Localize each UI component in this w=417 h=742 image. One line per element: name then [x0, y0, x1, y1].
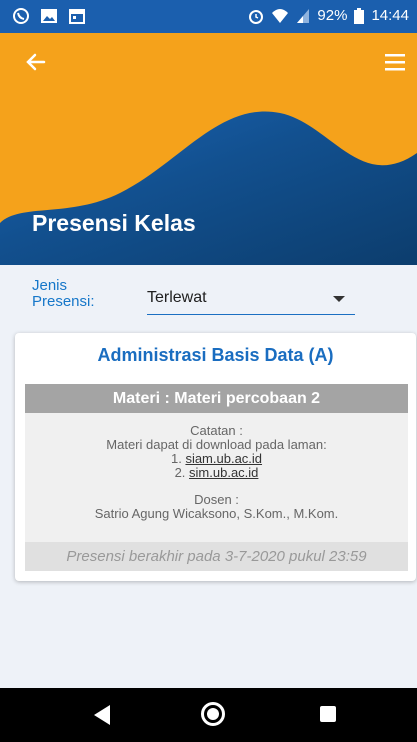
dosen-name: Satrio Agung Wicaksono, S.Kom., M.Kom.: [94, 506, 339, 521]
battery-icon: [354, 7, 365, 24]
label-line-1: Jenis: [32, 277, 68, 294]
whatsapp-icon: [13, 8, 29, 24]
catatan-text: Materi dapat di download pada laman:: [106, 437, 327, 452]
siam-link[interactable]: siam.ub.ac.id: [185, 451, 262, 466]
materi-panel: Materi : Materi percobaan 2 Catatan : Ma…: [25, 384, 408, 571]
deadline-text: Presensi berakhir pada 3-7-2020 pukul 23…: [25, 542, 408, 571]
wifi-icon: [272, 8, 289, 23]
image-icon: [41, 9, 57, 23]
status-bar: 92% 14:44: [0, 0, 417, 33]
link-number: 1.: [170, 451, 182, 466]
alarm-icon: [249, 9, 264, 24]
system-nav-bar: [0, 688, 417, 742]
course-title: Administrasi Basis Data (A): [97, 345, 334, 365]
back-arrow-icon[interactable]: [24, 50, 48, 74]
link-item: 1. siam.ub.ac.id: [25, 452, 408, 466]
caret-down-icon: [333, 296, 345, 302]
battery-percent: 92%: [317, 7, 348, 24]
hamburger-menu-icon[interactable]: [383, 52, 407, 72]
page-title: Presensi Kelas: [32, 210, 196, 236]
link-number: 2.: [174, 465, 186, 480]
dropdown-selected-value: Terlewat: [147, 289, 207, 306]
sim-link[interactable]: sim.ub.ac.id: [189, 465, 258, 480]
dosen-label: Dosen :: [194, 492, 239, 507]
nav-back-icon[interactable]: [94, 705, 110, 725]
jenis-presensi-label: Jenis Presensi:: [32, 278, 95, 310]
label-line-2: Presensi:: [32, 293, 95, 310]
link-item: 2. sim.ub.ac.id: [25, 466, 408, 480]
presensi-card[interactable]: Administrasi Basis Data (A) Materi : Mat…: [15, 333, 416, 581]
signal-icon: [297, 8, 310, 23]
calendar-icon: [69, 9, 85, 24]
jenis-presensi-dropdown[interactable]: Terlewat: [147, 284, 355, 315]
materi-title: Materi : Materi percobaan 2: [25, 384, 408, 413]
catatan-label: Catatan :: [190, 423, 243, 438]
nav-recents-icon[interactable]: [320, 706, 336, 722]
notes-section: Catatan : Materi dapat di download pada …: [25, 424, 408, 521]
nav-home-icon[interactable]: [201, 702, 225, 726]
clock: 14:44: [371, 7, 409, 24]
